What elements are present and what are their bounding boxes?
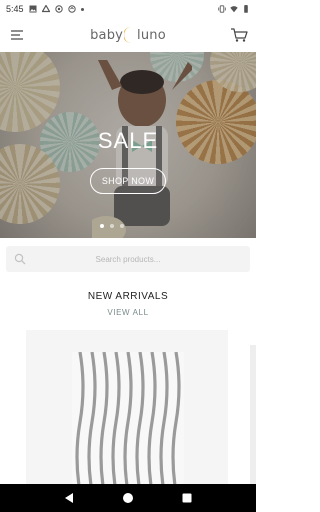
drive-icon xyxy=(41,5,50,13)
moon-icon xyxy=(124,27,132,43)
logo-text-baby: baby xyxy=(90,27,124,43)
search-input[interactable] xyxy=(6,246,250,272)
battery-icon xyxy=(244,5,248,13)
brand-logo[interactable]: baby luno xyxy=(90,26,166,44)
search-icon xyxy=(14,253,26,265)
product-image xyxy=(72,352,184,484)
back-icon[interactable] xyxy=(62,491,76,505)
next-product-card-peek[interactable] xyxy=(250,345,256,484)
status-time: 5:45 xyxy=(6,4,24,14)
carousel-dot[interactable] xyxy=(100,224,104,228)
hero-banner[interactable]: SALE SHOP NOW xyxy=(0,52,256,238)
hero-title: SALE xyxy=(97,128,159,153)
logo-text-luno: luno xyxy=(137,27,166,43)
home-icon[interactable] xyxy=(121,491,135,505)
status-bar: 5:45 xyxy=(0,0,256,18)
new-arrivals-title: NEW ARRIVALS xyxy=(87,291,169,302)
vibrate-icon xyxy=(218,5,226,13)
photo-icon xyxy=(29,5,37,13)
product-card[interactable] xyxy=(26,330,228,484)
carousel-indicators xyxy=(100,224,124,228)
app-header: baby luno xyxy=(0,18,256,52)
hamburger-icon[interactable] xyxy=(10,29,24,41)
recents-icon[interactable] xyxy=(180,491,194,505)
carousel-dot[interactable] xyxy=(120,224,124,228)
view-all-link[interactable]: VIEW ALL xyxy=(0,308,256,317)
cart-icon[interactable] xyxy=(230,27,248,43)
shop-now-button[interactable]: SHOP NOW xyxy=(90,168,166,194)
sync-icon xyxy=(67,5,76,13)
wifi-icon xyxy=(230,6,238,13)
search-bar xyxy=(6,246,250,272)
carousel-dot[interactable] xyxy=(110,224,114,228)
dot-icon xyxy=(80,7,84,11)
circle-icon xyxy=(54,5,63,13)
system-nav-bar xyxy=(0,484,256,512)
